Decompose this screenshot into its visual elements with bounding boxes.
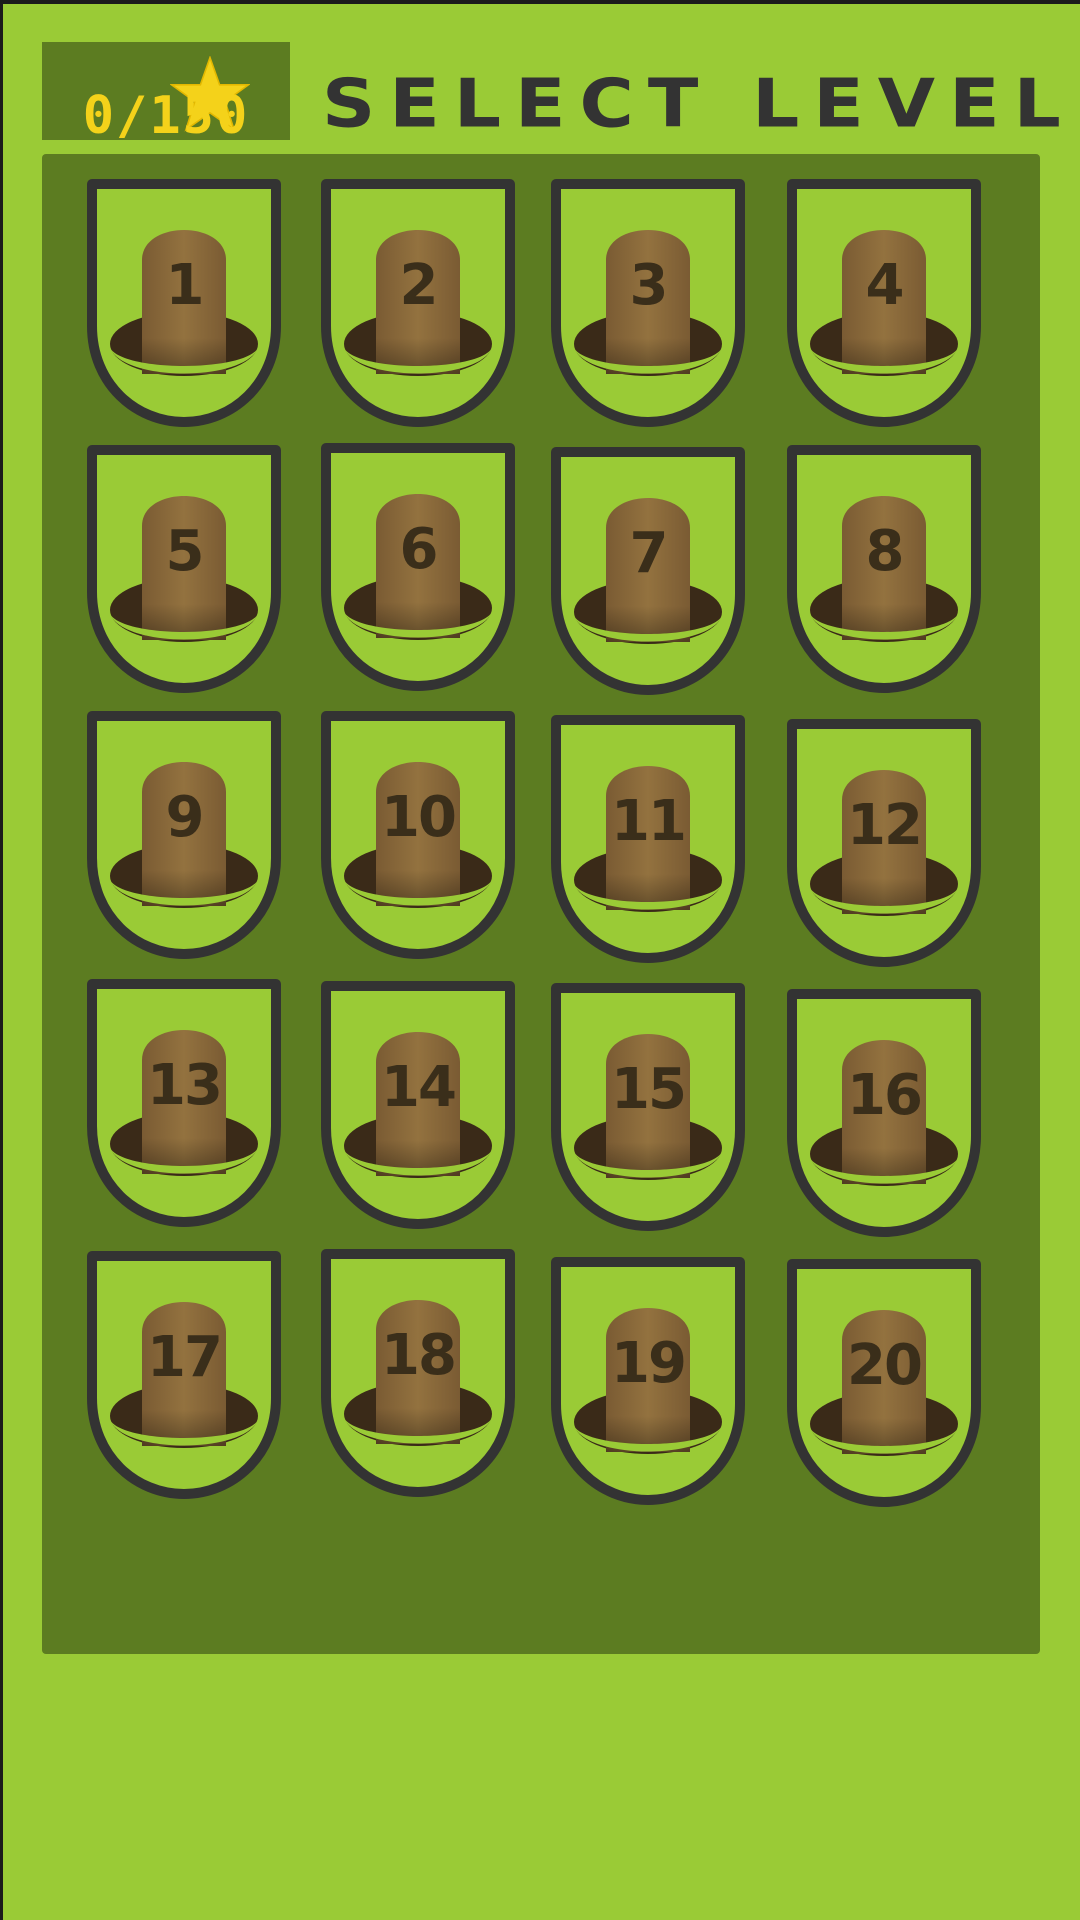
level-number: 15 bbox=[611, 1057, 687, 1122]
level-number: 7 bbox=[629, 521, 669, 586]
level-10-button[interactable]: 10 bbox=[318, 708, 518, 960]
level-8-button[interactable]: 8 bbox=[784, 442, 984, 694]
level-number: 3 bbox=[629, 253, 669, 318]
level-number: 4 bbox=[865, 253, 905, 318]
level-number: 18 bbox=[381, 1323, 457, 1388]
top-border bbox=[0, 0, 1080, 4]
left-border bbox=[0, 0, 3, 1920]
level-11-button[interactable]: 11 bbox=[548, 712, 748, 964]
level-16-button[interactable]: 16 bbox=[784, 986, 984, 1238]
level-number: 16 bbox=[847, 1063, 923, 1128]
level-number: 8 bbox=[865, 519, 905, 584]
level-number: 20 bbox=[847, 1333, 923, 1398]
level-14-button[interactable]: 14 bbox=[318, 978, 518, 1230]
level-9-button[interactable]: 9 bbox=[84, 708, 284, 960]
level-number: 14 bbox=[381, 1055, 457, 1120]
level-number: 19 bbox=[611, 1331, 687, 1396]
level-3-button[interactable]: 3 bbox=[548, 176, 748, 428]
level-number: 12 bbox=[847, 793, 923, 858]
level-1-button[interactable]: 1 bbox=[84, 176, 284, 428]
star-count: 0/150 bbox=[82, 86, 250, 146]
level-number: 13 bbox=[147, 1053, 223, 1118]
level-number: 6 bbox=[399, 517, 439, 582]
level-17-button[interactable]: 17 bbox=[84, 1248, 284, 1500]
level-20-button[interactable]: 20 bbox=[784, 1256, 984, 1508]
level-13-button[interactable]: 13 bbox=[84, 976, 284, 1228]
level-15-button[interactable]: 15 bbox=[548, 980, 748, 1232]
level-number: 11 bbox=[611, 789, 687, 854]
level-number: 17 bbox=[147, 1325, 223, 1390]
level-4-button[interactable]: 4 bbox=[784, 176, 984, 428]
level-12-button[interactable]: 12 bbox=[784, 716, 984, 968]
page-title: SELECT LEVEL bbox=[322, 65, 1075, 143]
level-number: 10 bbox=[381, 785, 457, 850]
level-number: 2 bbox=[399, 253, 439, 318]
level-number: 9 bbox=[165, 785, 205, 850]
level-18-button[interactable]: 18 bbox=[318, 1246, 518, 1498]
level-19-button[interactable]: 19 bbox=[548, 1254, 748, 1506]
level-number: 5 bbox=[165, 519, 205, 584]
level-7-button[interactable]: 7 bbox=[548, 444, 748, 696]
level-2-button[interactable]: 2 bbox=[318, 176, 518, 428]
level-6-button[interactable]: 6 bbox=[318, 440, 518, 692]
level-number: 1 bbox=[165, 253, 205, 318]
level-5-button[interactable]: 5 bbox=[84, 442, 284, 694]
